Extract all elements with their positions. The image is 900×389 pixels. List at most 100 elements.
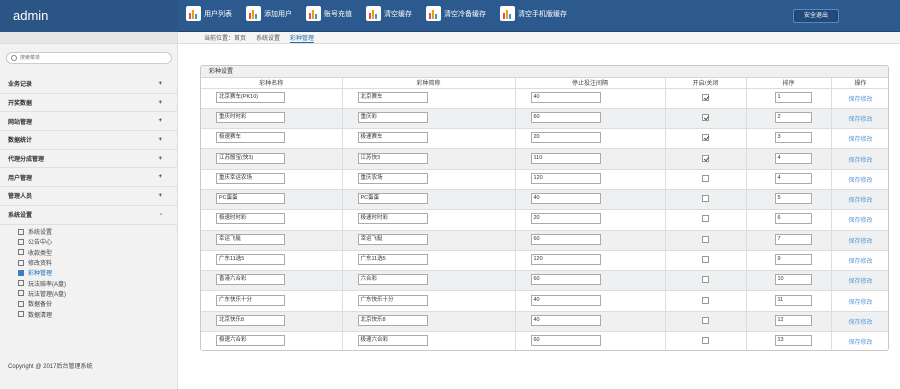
sort-order-input[interactable]: 12 (774, 314, 812, 326)
enabled-checkbox[interactable] (702, 113, 709, 121)
lottery-name-input[interactable]: 重庆幸运农场 (216, 172, 285, 184)
enabled-checkbox[interactable] (702, 134, 709, 142)
lottery-name-input[interactable]: 香港六合彩 (216, 274, 285, 286)
top-nav-item[interactable]: 清空缓存 (366, 6, 412, 21)
save-changes-link[interactable]: 保存修改 (848, 239, 872, 245)
lottery-name-input[interactable]: 广东11选5 (216, 254, 285, 266)
stop-interval-input[interactable]: 120 (530, 172, 601, 184)
save-changes-link[interactable]: 保存修改 (848, 137, 872, 143)
save-changes-link[interactable]: 保存修改 (848, 320, 872, 326)
lottery-name-input[interactable]: 广东快乐十分 (216, 294, 285, 306)
lottery-short-name-input[interactable]: 广东快乐十分 (357, 294, 428, 306)
sidebar-menu-item[interactable]: 代理分成管理 + (0, 150, 177, 169)
breadcrumb-home[interactable]: 当前位置：首页 (204, 33, 246, 42)
submenu-item[interactable]: 玩法赔率(A盘) (18, 278, 177, 288)
sidebar-menu-item[interactable]: 系统设置 - (0, 206, 177, 225)
lottery-short-name-input[interactable]: 广东11选5 (357, 254, 428, 266)
sort-order-input[interactable]: 11 (774, 294, 812, 306)
lottery-name-input[interactable]: 北京赛车(PK10) (216, 91, 285, 103)
submenu-item[interactable]: 玩法管理(A盘) (18, 288, 177, 298)
sidebar-menu-item[interactable]: 业务记录 + (0, 75, 177, 94)
logout-button[interactable]: 安全退出 (793, 9, 839, 23)
submenu-item[interactable]: 彩种管理 (18, 268, 177, 278)
enabled-checkbox[interactable] (702, 93, 709, 101)
enabled-checkbox[interactable] (702, 296, 709, 304)
menu-search[interactable] (6, 52, 172, 64)
lottery-name-input[interactable]: 幸运飞艇 (216, 233, 285, 245)
submenu-item[interactable]: 修改资料 (18, 257, 177, 267)
save-changes-link[interactable]: 保存修改 (848, 340, 872, 346)
submenu-item[interactable]: 数据清理 (18, 309, 177, 319)
stop-interval-input[interactable]: 120 (530, 254, 601, 266)
lottery-name-input[interactable]: 极速时时彩 (216, 213, 285, 225)
top-nav-item[interactable]: 清空冷备缓存 (426, 6, 486, 21)
top-nav-item[interactable]: 清空手机版缓存 (500, 6, 567, 21)
stop-interval-input[interactable]: 60 (530, 274, 601, 286)
lottery-short-name-input[interactable]: 六合彩 (357, 274, 428, 286)
sort-order-input[interactable]: 1 (774, 91, 812, 103)
sidebar-menu-item[interactable]: 数据统计 + (0, 131, 177, 150)
sort-order-input[interactable]: 5 (774, 193, 812, 205)
submenu-item[interactable]: 数据备份 (18, 299, 177, 309)
sort-order-input[interactable]: 3 (774, 132, 812, 144)
enabled-checkbox[interactable] (702, 174, 709, 182)
save-changes-link[interactable]: 保存修改 (848, 279, 872, 285)
save-changes-link[interactable]: 保存修改 (848, 259, 872, 265)
submenu-item[interactable]: 收款类型 (18, 247, 177, 257)
sort-order-input[interactable]: 9 (774, 254, 812, 266)
stop-interval-input[interactable]: 40 (530, 91, 601, 103)
sort-order-input[interactable]: 7 (774, 233, 812, 245)
stop-interval-input[interactable]: 60 (530, 335, 601, 347)
sort-order-input[interactable]: 4 (774, 172, 812, 184)
lottery-name-input[interactable]: 重庆时时彩 (216, 111, 285, 123)
lottery-short-name-input[interactable]: 幸运飞艇 (357, 233, 428, 245)
lottery-short-name-input[interactable]: 重庆农场 (357, 172, 428, 184)
lottery-short-name-input[interactable]: 极速六合彩 (357, 335, 428, 347)
save-changes-link[interactable]: 保存修改 (848, 178, 872, 184)
sidebar-menu-item[interactable]: 用户管理 + (0, 168, 177, 188)
stop-interval-input[interactable]: 20 (530, 132, 601, 144)
stop-interval-input[interactable]: 110 (530, 152, 601, 164)
lottery-short-name-input[interactable]: 江苏快3 (357, 152, 428, 164)
top-nav-item[interactable]: 添加用户 (246, 6, 292, 21)
sort-order-input[interactable]: 2 (774, 111, 812, 123)
sidebar-menu-item[interactable]: 开奖数据 + (0, 94, 177, 113)
stop-interval-input[interactable]: 60 (530, 111, 601, 123)
stop-interval-input[interactable]: 40 (530, 294, 601, 306)
lottery-short-name-input[interactable]: 重庆彩 (357, 111, 428, 123)
save-changes-link[interactable]: 保存修改 (848, 218, 872, 224)
sort-order-input[interactable]: 13 (774, 335, 812, 347)
submenu-item[interactable]: 公告中心 (18, 237, 177, 247)
sidebar-menu-item[interactable]: 管理人员 + (0, 187, 177, 206)
submenu-item[interactable]: 系统设置 (18, 227, 177, 237)
enabled-checkbox[interactable] (702, 195, 709, 203)
lottery-short-name-input[interactable]: PC蛋蛋 (357, 193, 428, 205)
stop-interval-input[interactable]: 20 (530, 213, 601, 225)
save-changes-link[interactable]: 保存修改 (848, 300, 872, 306)
sort-order-input[interactable]: 4 (774, 152, 812, 164)
stop-interval-input[interactable]: 40 (530, 193, 601, 205)
lottery-short-name-input[interactable]: 极速赛车 (357, 132, 428, 144)
enabled-checkbox[interactable] (702, 337, 709, 345)
lottery-name-input[interactable]: 极速六合彩 (216, 335, 285, 347)
save-changes-link[interactable]: 保存修改 (848, 117, 872, 123)
lottery-name-input[interactable]: 极速赛车 (216, 132, 285, 144)
stop-interval-input[interactable]: 60 (530, 233, 601, 245)
lottery-short-name-input[interactable]: 极速时时彩 (357, 213, 428, 225)
sort-order-input[interactable]: 6 (774, 213, 812, 225)
lottery-name-input[interactable]: PC蛋蛋 (216, 193, 285, 205)
stop-interval-input[interactable]: 40 (530, 314, 601, 326)
enabled-checkbox[interactable] (702, 154, 709, 162)
enabled-checkbox[interactable] (702, 235, 709, 243)
save-changes-link[interactable]: 保存修改 (848, 158, 872, 164)
top-nav-item[interactable]: 用户列表 (186, 6, 232, 21)
breadcrumb-parent[interactable]: 系统设置 (256, 33, 280, 42)
enabled-checkbox[interactable] (702, 215, 709, 223)
lottery-short-name-input[interactable]: 北京快乐8 (357, 314, 428, 326)
sort-order-input[interactable]: 10 (774, 274, 812, 286)
lottery-short-name-input[interactable]: 北京赛车 (357, 91, 428, 103)
save-changes-link[interactable]: 保存修改 (848, 97, 872, 103)
top-nav-item[interactable]: 账号充值 (306, 6, 352, 21)
enabled-checkbox[interactable] (702, 316, 709, 324)
lottery-name-input[interactable]: 北京快乐8 (216, 314, 285, 326)
